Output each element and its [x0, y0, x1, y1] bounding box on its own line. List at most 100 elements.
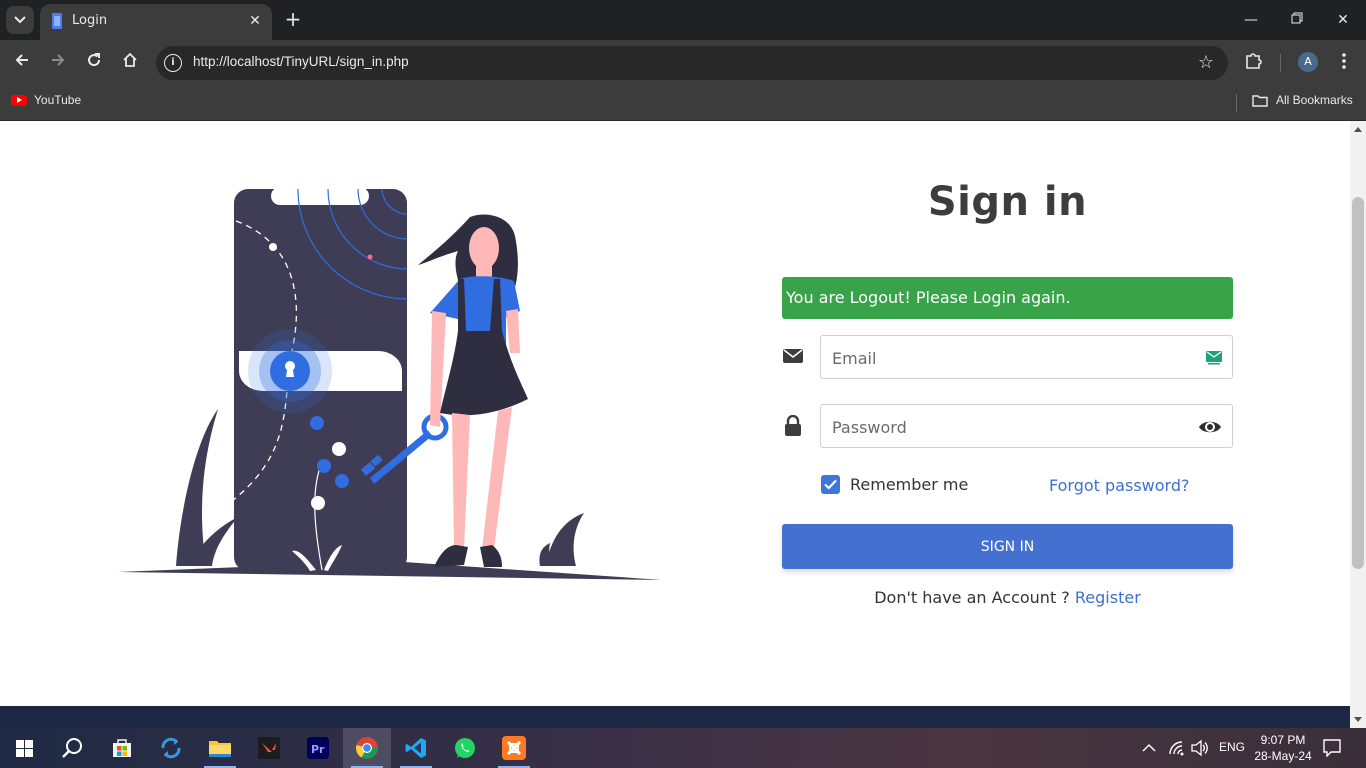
speaker-icon — [1191, 739, 1208, 757]
microsoft-store-icon — [113, 739, 131, 757]
bookmarks-divider — [1236, 94, 1237, 112]
taskbar-xampp[interactable] — [490, 728, 538, 768]
language-indicator[interactable]: ENG — [1219, 740, 1245, 768]
start-button[interactable] — [0, 728, 48, 768]
page-title: Sign in — [927, 179, 1088, 225]
url-text[interactable]: http://localhost/TinyURL/sign_in.php — [193, 54, 409, 69]
windows-taskbar: Pr ENG 9:07 PM 28-May-24 — [0, 728, 1366, 768]
scrollbar-thumb[interactable] — [1352, 197, 1364, 569]
remember-me-checkbox[interactable] — [821, 475, 840, 494]
taskbar-sync-app[interactable] — [147, 728, 195, 768]
notification-icon — [1323, 739, 1341, 758]
clock-time: 9:07 PM — [1260, 733, 1306, 747]
chrome-icon — [356, 737, 378, 759]
bookmarks-bar: YouTube All Bookmarks — [0, 86, 1366, 121]
more-vert-icon — [1342, 53, 1346, 69]
email-autofill-icon[interactable] — [1206, 350, 1222, 369]
page-favicon-icon — [52, 13, 62, 29]
taskbar-vscode[interactable] — [392, 728, 440, 768]
bookmark-label: YouTube — [34, 93, 82, 107]
all-bookmarks-label: All Bookmarks — [1276, 93, 1353, 107]
wifi-icon — [1169, 741, 1184, 756]
register-link[interactable]: Register — [1075, 588, 1141, 607]
valorant-icon — [258, 737, 280, 759]
whatsapp-icon — [455, 738, 475, 758]
volume-button[interactable] — [1191, 739, 1209, 768]
home-icon — [123, 52, 137, 67]
chevron-down-icon — [14, 16, 26, 24]
remember-me-label: Remember me — [850, 475, 969, 494]
new-tab-button[interactable]: + — [282, 9, 304, 31]
browser-toolbar: i http://localhost/TinyURL/sign_in.php ☆… — [0, 40, 1366, 86]
tab-search-button[interactable] — [6, 6, 34, 34]
home-button[interactable] — [117, 50, 143, 76]
tab-title: Login — [72, 13, 108, 28]
scroll-down-arrow-icon[interactable] — [1354, 717, 1362, 722]
browser-menu-button[interactable] — [1338, 51, 1350, 75]
login-illustration — [118, 187, 662, 580]
reload-button[interactable] — [81, 50, 107, 76]
toolbar-divider — [1280, 54, 1281, 72]
arrow-right-icon — [52, 54, 65, 66]
bookmark-star-icon[interactable]: ☆ — [1198, 52, 1214, 73]
svg-text:Pr: Pr — [311, 743, 325, 756]
taskbar-whatsapp[interactable] — [441, 728, 489, 768]
minimize-button[interactable]: — — [1238, 8, 1264, 32]
reload-icon — [88, 53, 101, 67]
checkmark-icon — [824, 479, 837, 490]
close-tab-icon[interactable]: ✕ — [246, 12, 264, 30]
scroll-up-arrow-icon[interactable] — [1354, 127, 1362, 132]
youtube-icon — [11, 94, 27, 106]
register-prompt: Don't have an Account ? Register — [782, 588, 1233, 607]
taskbar-valorant[interactable] — [245, 728, 293, 768]
show-password-eye-icon[interactable] — [1198, 418, 1222, 440]
remember-me-row[interactable]: Remember me — [821, 475, 968, 494]
premiere-pro-icon: Pr — [307, 737, 329, 759]
network-button[interactable] — [1168, 740, 1186, 768]
chevron-up-icon — [1142, 743, 1156, 752]
address-bar[interactable]: i http://localhost/TinyURL/sign_in.php ☆ — [156, 46, 1228, 80]
taskbar-chrome[interactable] — [343, 728, 391, 768]
site-info-icon[interactable]: i — [164, 54, 182, 72]
search-icon — [62, 738, 82, 758]
arrow-left-icon — [15, 54, 28, 66]
forgot-password-link[interactable]: Forgot password? — [1049, 476, 1189, 495]
taskbar-store-app[interactable] — [98, 728, 146, 768]
sign-in-button[interactable]: SIGN IN — [782, 524, 1233, 569]
email-input[interactable] — [832, 346, 1172, 370]
extensions-button[interactable] — [1244, 50, 1264, 74]
bookmark-youtube[interactable]: YouTube — [11, 93, 81, 107]
taskbar-search-button[interactable] — [48, 728, 96, 768]
password-field[interactable] — [820, 404, 1233, 448]
email-field[interactable] — [820, 335, 1233, 379]
taskbar-file-explorer[interactable] — [196, 728, 244, 768]
envelope-icon — [782, 347, 804, 369]
forward-button[interactable] — [45, 50, 71, 76]
restore-button[interactable] — [1284, 8, 1310, 32]
profile-avatar[interactable]: A — [1298, 52, 1318, 72]
show-hidden-icons-button[interactable] — [1142, 740, 1156, 768]
page-scrollbar[interactable] — [1350, 121, 1366, 728]
folder-icon — [1252, 94, 1268, 107]
puzzle-icon — [1246, 53, 1262, 69]
notifications-button[interactable] — [1323, 739, 1341, 768]
sync-icon — [161, 737, 181, 759]
no-account-text: Don't have an Account ? — [874, 588, 1075, 607]
page-footer-bar — [0, 706, 1350, 728]
taskbar-premiere-pro[interactable]: Pr — [294, 728, 342, 768]
vscode-icon — [405, 738, 426, 758]
close-window-button[interactable]: ✕ — [1330, 8, 1356, 32]
back-button[interactable] — [9, 50, 35, 76]
restore-icon — [1291, 12, 1303, 24]
password-input[interactable] — [832, 415, 1172, 439]
clock-date: 28-May-24 — [1254, 749, 1312, 763]
lock-icon — [784, 414, 806, 437]
folder-icon — [209, 741, 231, 757]
page-content: Sign in You are Logout! Please Login aga… — [0, 121, 1350, 706]
logout-alert: You are Logout! Please Login again. — [782, 277, 1233, 319]
all-bookmarks-button[interactable]: All Bookmarks — [1252, 93, 1353, 107]
xampp-icon — [502, 736, 526, 760]
browser-tab-bar: Login ✕ + — ✕ — [0, 0, 1366, 40]
taskbar-clock[interactable]: 9:07 PM 28-May-24 — [1246, 732, 1320, 764]
browser-tab[interactable]: Login ✕ — [40, 4, 272, 40]
